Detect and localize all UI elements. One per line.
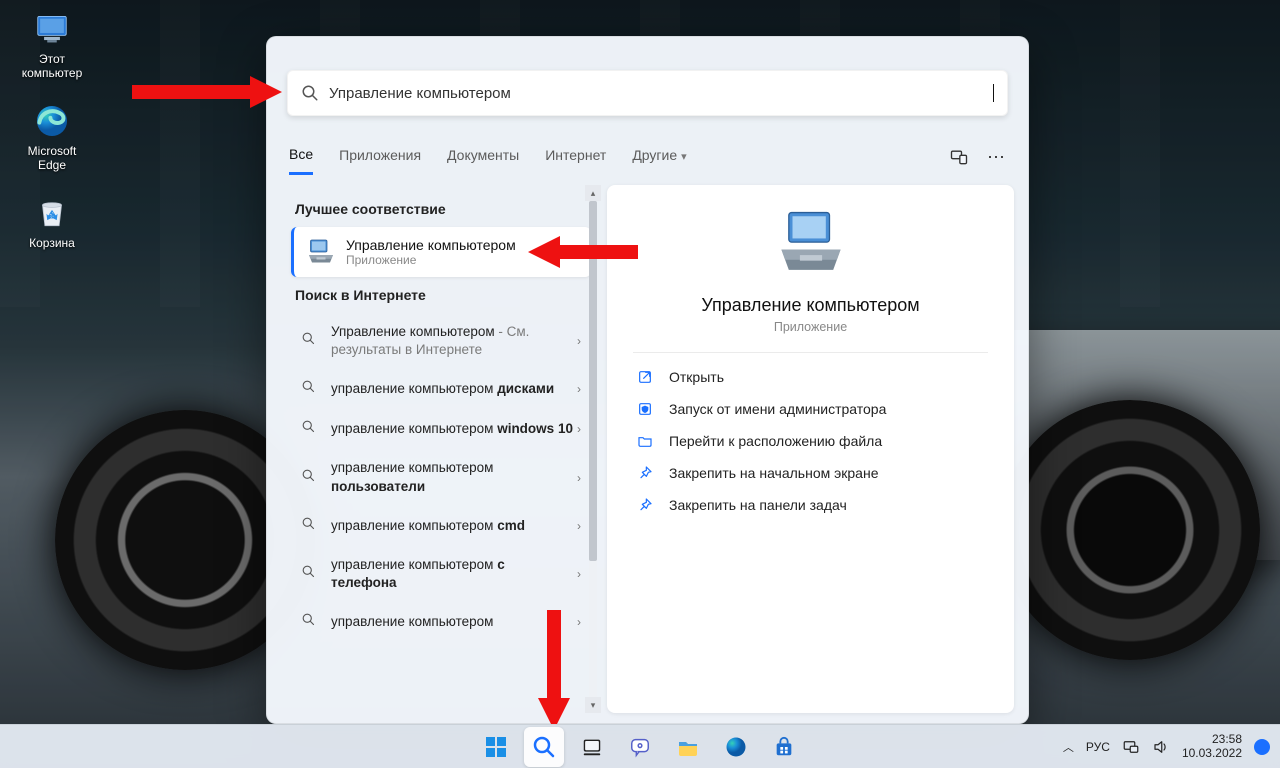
- search-icon: [301, 419, 319, 439]
- web-result-item[interactable]: управление компьютером с телефона ›: [291, 546, 591, 602]
- desktop-icon-recycle[interactable]: Корзина: [14, 194, 90, 250]
- search-icon: [301, 331, 319, 351]
- web-result-text: Управление компьютером - См. результаты …: [331, 323, 573, 359]
- admin-icon: [635, 401, 655, 417]
- pin-tb-icon: [635, 497, 655, 513]
- volume-icon[interactable]: [1152, 738, 1170, 756]
- web-result-text: управление компьютером cmd: [331, 517, 573, 535]
- scrollbar-thumb[interactable]: [589, 201, 597, 561]
- language-indicator[interactable]: РУС: [1086, 740, 1110, 754]
- clock-button[interactable]: 23:58 10.03.2022: [1182, 733, 1242, 761]
- chevron-down-icon: ▾: [681, 151, 687, 163]
- scroll-down-arrow[interactable]: ▾: [585, 697, 601, 713]
- web-result-text: управление компьютером: [331, 613, 573, 631]
- task-view-button[interactable]: [572, 727, 612, 767]
- chevron-right-icon[interactable]: ›: [573, 334, 585, 348]
- computer-management-icon: [306, 237, 336, 267]
- devices-icon[interactable]: [949, 147, 969, 167]
- clock-time: 23:58: [1182, 733, 1242, 747]
- details-action-folder[interactable]: Перейти к расположению файла: [633, 425, 988, 457]
- edge-taskbar-button[interactable]: [716, 727, 756, 767]
- details-pane: Управление компьютером Приложение Открыт…: [607, 185, 1014, 713]
- results-scrollbar[interactable]: ▴ ▾: [585, 185, 601, 713]
- web-result-text: управление компьютером с телефона: [331, 556, 573, 592]
- tab-web[interactable]: Интернет: [545, 141, 606, 173]
- desktop-icon-label: Microsoft Edge: [28, 144, 77, 172]
- search-icon: [301, 612, 319, 632]
- computer-management-icon: [774, 207, 848, 281]
- action-label: Перейти к расположению файла: [669, 433, 882, 449]
- network-icon[interactable]: [1122, 738, 1140, 756]
- chevron-right-icon[interactable]: ›: [573, 471, 585, 485]
- tab-more[interactable]: Другие▾: [632, 141, 686, 173]
- web-result-text: управление компьютером пользователи: [331, 459, 573, 495]
- tab-apps[interactable]: Приложения: [339, 141, 421, 173]
- best-match-header: Лучшее соответствие: [295, 201, 587, 217]
- desktop-icon-label: Этот компьютер: [22, 52, 83, 80]
- text-caret: [993, 84, 994, 102]
- web-result-item[interactable]: управление компьютером пользователи ›: [291, 449, 591, 505]
- desktop-icon-this-pc[interactable]: Этот компьютер: [14, 10, 90, 80]
- search-icon: [301, 564, 319, 584]
- chevron-right-icon[interactable]: ›: [573, 567, 585, 581]
- details-action-pin-tb[interactable]: Закрепить на панели задач: [633, 489, 988, 521]
- chevron-right-icon[interactable]: ›: [573, 382, 585, 396]
- more-options-button[interactable]: ⋯: [987, 147, 1006, 168]
- web-result-item[interactable]: управление компьютером ›: [291, 602, 591, 642]
- action-label: Открыть: [669, 369, 724, 385]
- action-label: Запуск от имени администратора: [669, 401, 886, 417]
- pc-icon: [33, 10, 71, 48]
- recycle-bin-icon: [33, 194, 71, 232]
- details-subtitle: Приложение: [774, 320, 847, 334]
- store-button[interactable]: [764, 727, 804, 767]
- search-icon: [301, 516, 319, 536]
- web-result-text: управление компьютером дисками: [331, 380, 573, 398]
- web-result-item[interactable]: управление компьютером дисками ›: [291, 369, 591, 409]
- web-result-item[interactable]: Управление компьютером - См. результаты …: [291, 313, 591, 369]
- best-match-item[interactable]: Управление компьютером Приложение: [291, 227, 591, 277]
- search-icon: [301, 379, 319, 399]
- details-action-admin[interactable]: Запуск от имени администратора: [633, 393, 988, 425]
- scroll-up-arrow[interactable]: ▴: [585, 185, 601, 201]
- notifications-button[interactable]: [1254, 739, 1270, 755]
- chevron-right-icon[interactable]: ›: [573, 519, 585, 533]
- web-result-text: управление компьютером windows 10: [331, 420, 573, 438]
- open-icon: [635, 369, 655, 385]
- taskbar: ︿ РУС 23:58 10.03.2022: [0, 724, 1280, 768]
- web-result-item[interactable]: управление компьютером cmd ›: [291, 506, 591, 546]
- edge-icon: [33, 102, 71, 140]
- chevron-right-icon[interactable]: ›: [573, 615, 585, 629]
- file-explorer-button[interactable]: [668, 727, 708, 767]
- chevron-right-icon[interactable]: ›: [573, 422, 585, 436]
- details-action-open[interactable]: Открыть: [633, 361, 988, 393]
- best-match-title: Управление компьютером: [346, 237, 516, 253]
- start-button[interactable]: [476, 727, 516, 767]
- folder-icon: [635, 433, 655, 449]
- tray-overflow-button[interactable]: ︿: [1063, 739, 1074, 755]
- desktop-icon-label: Корзина: [29, 236, 75, 250]
- details-title: Управление компьютером: [701, 295, 919, 316]
- search-icon: [301, 84, 319, 102]
- best-match-subtitle: Приложение: [346, 253, 516, 267]
- clock-date: 10.03.2022: [1182, 747, 1242, 761]
- web-search-header: Поиск в Интернете: [295, 287, 587, 303]
- tab-all[interactable]: Все: [289, 140, 313, 175]
- web-result-item[interactable]: управление компьютером windows 10 ›: [291, 409, 591, 449]
- action-label: Закрепить на начальном экране: [669, 465, 879, 481]
- details-action-pin-start[interactable]: Закрепить на начальном экране: [633, 457, 988, 489]
- search-icon: [301, 468, 319, 488]
- results-list: Лучшее соответствие Управление компьютер…: [281, 185, 595, 713]
- pin-start-icon: [635, 465, 655, 481]
- search-taskbar-button[interactable]: [524, 727, 564, 767]
- chat-button[interactable]: [620, 727, 660, 767]
- divider: [633, 352, 988, 353]
- search-input[interactable]: [319, 85, 995, 102]
- search-box[interactable]: [287, 70, 1008, 116]
- tab-docs[interactable]: Документы: [447, 141, 519, 173]
- search-flyout: Все Приложения Документы Интернет Другие…: [266, 36, 1029, 724]
- desktop-icon-edge[interactable]: Microsoft Edge: [14, 102, 90, 172]
- action-label: Закрепить на панели задач: [669, 497, 847, 513]
